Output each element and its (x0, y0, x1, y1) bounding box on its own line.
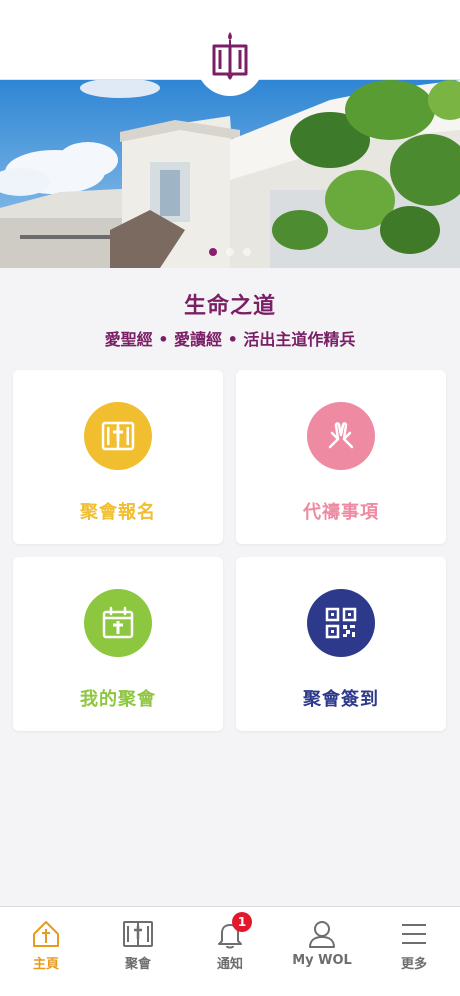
tab-more[interactable]: 更多 (368, 907, 460, 996)
carousel-indicator (0, 248, 460, 256)
card-label: 代禱事項 (303, 502, 379, 523)
tab-label: 聚會 (124, 957, 151, 972)
prayer-requests-card[interactable]: 代禱事項 (236, 370, 446, 544)
praying-hands-icon (307, 402, 375, 470)
tab-notifications[interactable]: 1 通知 (184, 907, 276, 996)
bible-icon (84, 402, 152, 470)
tab-label: 更多 (400, 957, 427, 972)
card-label: 聚會報名 (80, 502, 156, 523)
menu-icon (397, 917, 431, 951)
bible-icon (121, 917, 155, 951)
notification-badge: 1 (232, 912, 252, 932)
brand-section: 生命之道 愛聖經 • 愛讀經 • 活出主道作精兵 (0, 288, 460, 350)
carousel-dot[interactable] (209, 248, 217, 256)
card-label: 聚會簽到 (303, 689, 379, 710)
brand-title: 生命之道 (183, 294, 276, 319)
qr-code-icon (307, 589, 375, 657)
user-icon (305, 917, 339, 951)
tab-label: My WOL (292, 953, 352, 968)
banner-carousel[interactable] (0, 80, 460, 268)
bottom-tab-bar: 主頁 聚會 1 通知 My WOL 更多 (0, 906, 460, 996)
tab-my-wol[interactable]: My WOL (276, 907, 368, 996)
home-cross-icon (29, 917, 63, 951)
brand-tagline: 愛聖經 • 愛讀經 • 活出主道作精兵 (104, 330, 356, 349)
tab-home[interactable]: 主頁 (0, 907, 92, 996)
calendar-cross-icon (84, 589, 152, 657)
my-events-card[interactable]: 我的聚會 (13, 557, 223, 731)
event-registration-card[interactable]: 聚會報名 (13, 370, 223, 544)
tab-events[interactable]: 聚會 (92, 907, 184, 996)
tab-label: 主頁 (32, 957, 59, 972)
banner-photo (0, 80, 460, 268)
church-candle-logo-icon (210, 30, 250, 96)
app-logo[interactable] (196, 20, 264, 96)
carousel-dot[interactable] (243, 248, 251, 256)
tab-label: 通知 (216, 957, 243, 972)
card-label: 我的聚會 (80, 689, 156, 710)
event-checkin-card[interactable]: 聚會簽到 (236, 557, 446, 731)
carousel-dot[interactable] (226, 248, 234, 256)
